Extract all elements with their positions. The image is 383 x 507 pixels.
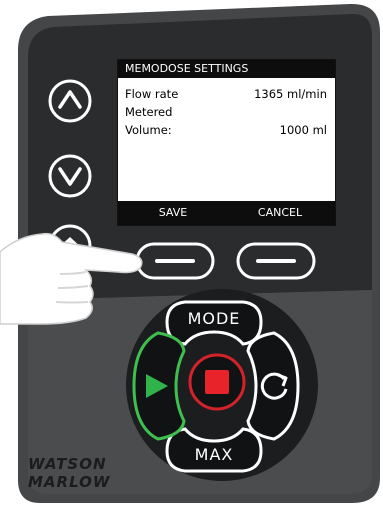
metered-label: Metered xyxy=(125,105,173,119)
down-button[interactable] xyxy=(46,152,94,200)
flow-rate-label: Flow rate xyxy=(125,87,179,101)
up-button[interactable] xyxy=(46,77,94,125)
dash-icon xyxy=(236,242,316,280)
softkey-bar: SAVE CANCEL xyxy=(118,201,335,225)
stop-icon xyxy=(205,370,229,394)
brand-logo-line1: WATSON xyxy=(28,455,107,473)
up-chevron-icon xyxy=(48,79,92,123)
softkey-right-label: CANCEL xyxy=(257,206,303,219)
run-button[interactable] xyxy=(128,327,188,445)
mode-label: MODE xyxy=(187,309,241,328)
rotate-direction-icon xyxy=(260,372,288,400)
down-chevron-icon xyxy=(48,154,92,198)
brand-logo-line2: MARLOW xyxy=(28,473,111,491)
lcd-screen: MEMODOSE SETTINGS Flow rate 1365 ml/min … xyxy=(117,59,336,226)
screen-title: MEMODOSE SETTINGS xyxy=(118,60,335,78)
play-icon xyxy=(146,374,168,398)
flow-rate-value: 1365 ml/min xyxy=(254,87,327,101)
direction-button[interactable] xyxy=(244,327,304,445)
max-label: MAX xyxy=(194,445,234,464)
volume-label: Volume: xyxy=(125,123,172,137)
stop-button[interactable] xyxy=(186,351,248,413)
softkey-right-button[interactable] xyxy=(236,242,316,280)
volume-value: 1000 ml xyxy=(279,123,327,137)
